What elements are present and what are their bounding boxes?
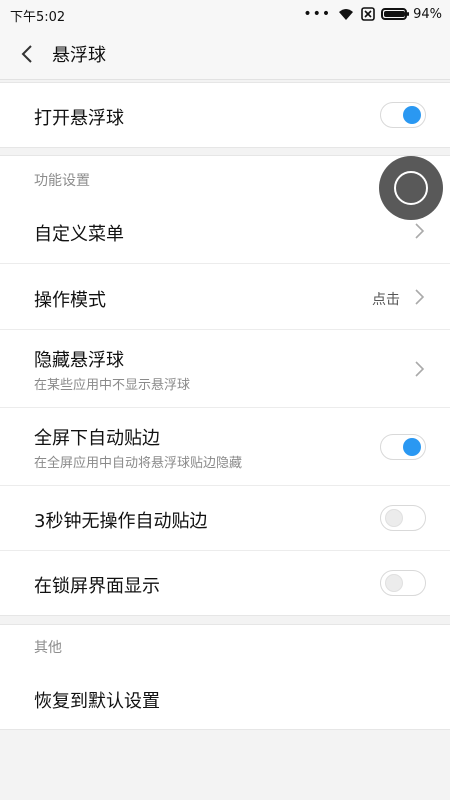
row-title: 操作模式	[34, 290, 106, 311]
show-on-lockscreen-toggle[interactable]	[380, 570, 426, 596]
row-show-on-lockscreen[interactable]: 在锁屏界面显示	[0, 551, 450, 615]
no-sim-icon	[361, 7, 375, 21]
other-card: 其他 恢复到默认设置	[0, 624, 450, 730]
row-title: 在锁屏界面显示	[34, 576, 160, 597]
row-fullscreen-auto-edge[interactable]: 全屏下自动贴边 在全屏应用中自动将悬浮球贴边隐藏	[0, 408, 450, 486]
row-subtitle: 在全屏应用中自动将悬浮球贴边隐藏	[34, 456, 243, 471]
fullscreen-auto-edge-toggle[interactable]	[380, 434, 426, 460]
chevron-right-icon	[415, 361, 425, 377]
row-title: 恢复到默认设置	[34, 691, 160, 712]
title-bar: 悬浮球	[0, 28, 450, 80]
battery-percent: 94%	[413, 6, 442, 22]
open-floating-ball-toggle[interactable]	[380, 102, 426, 128]
idle-auto-edge-toggle[interactable]	[380, 505, 426, 531]
status-bar: 下午5:02 ••• 94%	[0, 0, 450, 28]
battery-icon	[381, 8, 410, 20]
features-card: 功能设置 自定义菜单 操作模式 点击 隐藏悬浮球 在某些应用中不显示悬浮球 全屏…	[0, 155, 450, 616]
row-open-floating-ball[interactable]: 打开悬浮球	[0, 83, 450, 147]
floating-ball-ring-icon	[394, 171, 428, 205]
chevron-right-icon	[415, 223, 425, 239]
row-idle-auto-edge[interactable]: 3秒钟无操作自动贴边	[0, 486, 450, 551]
status-time: 下午5:02	[10, 10, 66, 25]
more-dots-icon: •••	[303, 6, 332, 22]
wifi-icon	[339, 9, 354, 20]
floating-ball[interactable]	[379, 156, 443, 220]
row-title: 打开悬浮球	[34, 108, 124, 129]
row-hide-floating-ball[interactable]: 隐藏悬浮球 在某些应用中不显示悬浮球	[0, 330, 450, 408]
row-title: 全屏下自动贴边	[34, 428, 160, 449]
row-subtitle: 在某些应用中不显示悬浮球	[34, 378, 191, 393]
row-operation-mode[interactable]: 操作模式 点击	[0, 264, 450, 330]
operation-mode-value: 点击	[372, 292, 400, 308]
row-title: 3秒钟无操作自动贴边	[34, 511, 208, 532]
page-title: 悬浮球	[52, 45, 106, 66]
section-header-features: 功能设置	[34, 173, 90, 189]
section-header-other: 其他	[34, 640, 62, 656]
row-title: 隐藏悬浮球	[34, 350, 124, 371]
status-indicators: ••• 94%	[303, 4, 442, 24]
row-custom-menu[interactable]: 自定义菜单	[0, 198, 450, 264]
back-icon[interactable]	[14, 40, 42, 68]
main-toggle-card: 打开悬浮球	[0, 82, 450, 148]
row-restore-defaults[interactable]: 恢复到默认设置	[0, 665, 450, 729]
row-title: 自定义菜单	[34, 224, 124, 245]
chevron-right-icon	[415, 289, 425, 305]
